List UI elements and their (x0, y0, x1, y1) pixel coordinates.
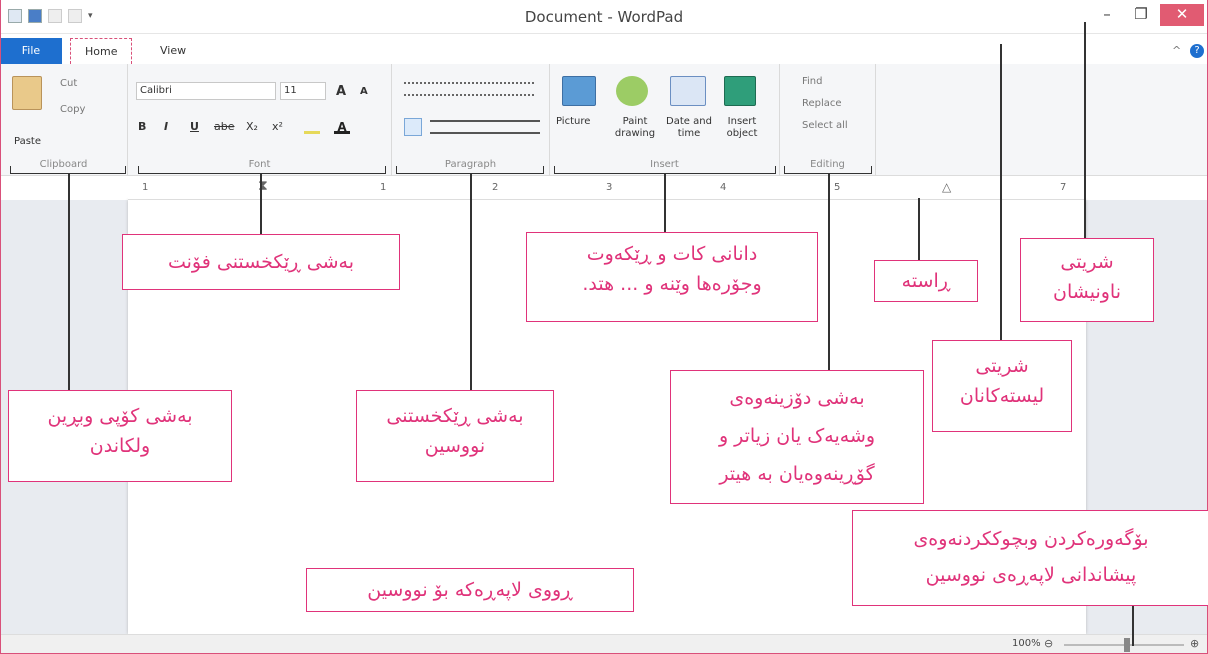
note-paragraph-line1: بەشی ڕێکخستنی (386, 405, 524, 427)
note-paragraph: بەشی ڕێکخستنی نووسین (356, 390, 554, 482)
note-zoom-line1: بۆگەورەکردن وبچوککردنەوەی (913, 528, 1149, 550)
editing-leader (828, 174, 830, 372)
note-insert: دانانی کات و ڕێکەوت وجۆرەها وێنە و ... ه… (526, 232, 818, 322)
menu-leader (1000, 44, 1002, 340)
note-zoom-line2: پیشاندانی لاپەڕەی نووسین (925, 564, 1137, 586)
paragraph-leader (470, 174, 472, 390)
note-page: ڕووی لاپەڕەکە بۆ نووسین (306, 568, 634, 612)
note-menu: شریتی لیستەکانان (932, 340, 1072, 432)
note-clipboard: بەشی کۆپی وبڕین ولکاندن (8, 390, 232, 482)
note-clipboard-line2: ولکاندن (89, 435, 151, 457)
font-bracket (138, 166, 386, 174)
note-clipboard-line1: بەشی کۆپی وبڕین (47, 405, 193, 427)
note-titlebar-line2: ناونیشان (1053, 281, 1121, 303)
zoom-leader (1132, 606, 1134, 646)
note-editing-line1: بەشی دۆزینەوەی (729, 387, 865, 409)
note-insert-line2: وجۆرەها وێنە و ... هتد. (582, 273, 762, 295)
note-menu-line1: شریتی (975, 355, 1029, 377)
note-insert-line1: دانانی کات و ڕێکەوت (586, 243, 758, 265)
note-menu-line2: لیستەکانان (959, 385, 1045, 407)
insert-leader (664, 174, 666, 232)
editing-bracket (784, 166, 872, 174)
insert-bracket (554, 166, 776, 174)
ruler-leader (918, 198, 920, 260)
clipboard-bracket (10, 166, 126, 174)
note-editing-line3: گۆڕینەوەیان بە هیتر (719, 463, 875, 485)
note-titlebar: شریتی ناونیشان (1020, 238, 1154, 322)
note-zoom: بۆگەورەکردن وبچوککردنەوەی پیشاندانی لاپە… (852, 510, 1208, 606)
clipboard-leader (68, 174, 70, 390)
note-paragraph-line2: نووسین (424, 435, 486, 457)
note-font: بەشی ڕێکخستنی فۆنت (122, 234, 400, 290)
note-editing: بەشی دۆزینەوەی وشەیەک یان زیاتر و گۆڕینە… (670, 370, 924, 504)
note-ruler: ڕاستە (874, 260, 978, 302)
paragraph-bracket (396, 166, 544, 174)
note-editing-line2: وشەیەک یان زیاتر و (718, 425, 876, 447)
titlebar-leader (1084, 22, 1086, 238)
font-leader (260, 174, 262, 234)
note-titlebar-line1: شریتی (1060, 251, 1114, 273)
